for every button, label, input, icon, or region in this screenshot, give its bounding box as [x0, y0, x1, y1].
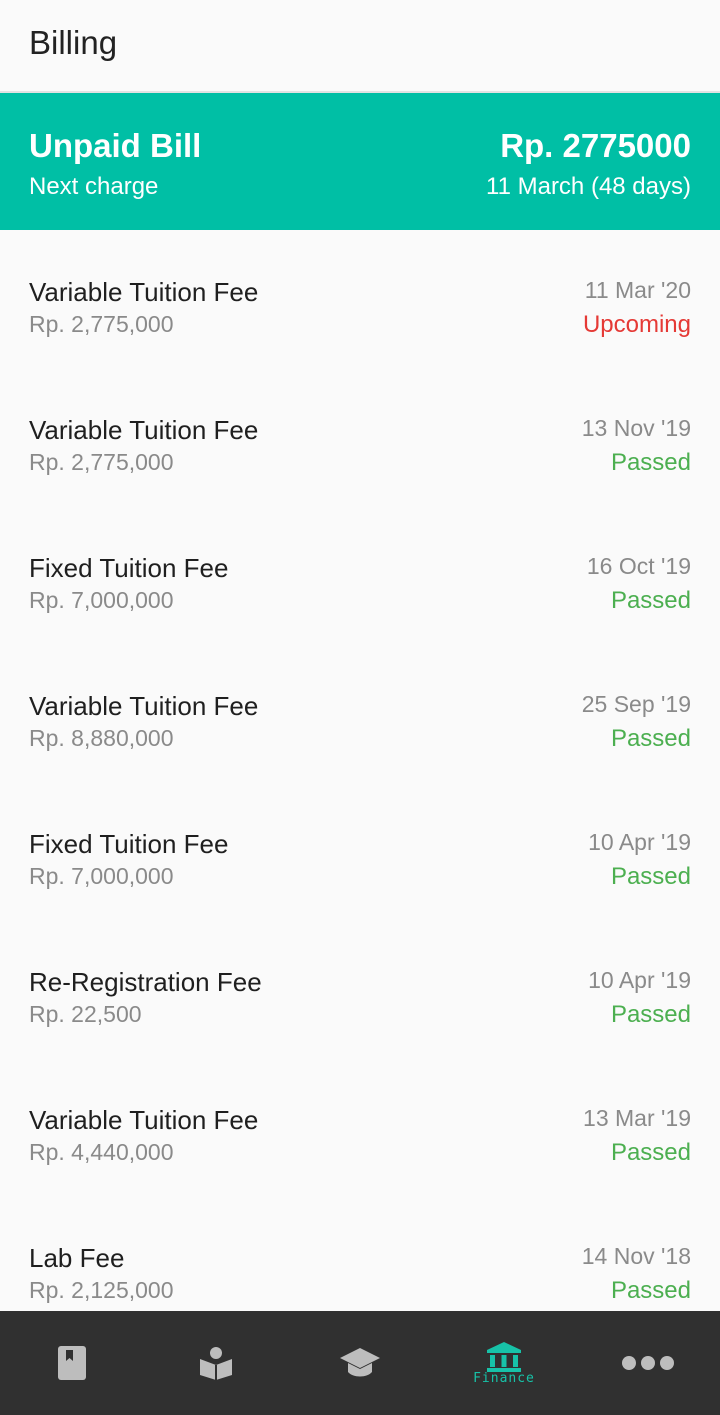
bill-status: Passed [610, 863, 691, 890]
bill-name: Re-Registration Fee [29, 967, 262, 997]
bill-status: Passed [610, 1001, 691, 1028]
bill-amount: Rp. 7,000,000 [29, 863, 174, 889]
bill-amount: Rp. 8,880,000 [29, 725, 174, 751]
next-charge-label: Next charge [29, 173, 159, 200]
bill-row[interactable]: Variable Tuition Fee Rp. 4,440,000 13 Ma… [0, 1058, 720, 1196]
bill-status: Passed [610, 1139, 691, 1166]
bill-name: Fixed Tuition Fee [29, 553, 229, 583]
bill-date: 13 Mar '19 [583, 1105, 691, 1131]
bill-status: Passed [610, 725, 691, 752]
next-charge-date: 11 March (48 days) [486, 173, 691, 200]
bill-date: 25 Sep '19 [581, 691, 691, 717]
bill-date: 11 Mar '20 [584, 277, 691, 303]
bill-amount: Rp. 4,440,000 [29, 1139, 174, 1165]
bill-list[interactable]: Variable Tuition Fee Rp. 2,775,000 11 Ma… [0, 230, 720, 1311]
bottom-navigation: Finance [0, 1311, 720, 1415]
bank-icon [487, 1342, 521, 1372]
bill-row[interactable]: Variable Tuition Fee Rp. 8,880,000 25 Se… [0, 644, 720, 782]
more-icon [622, 1356, 674, 1370]
bill-amount: Rp. 22,500 [29, 1001, 142, 1027]
bill-amount: Rp. 2,775,000 [29, 311, 174, 337]
bill-date: 13 Nov '19 [581, 415, 691, 441]
bill-name: Fixed Tuition Fee [29, 829, 229, 859]
bill-name: Lab Fee [29, 1243, 125, 1273]
bill-row[interactable]: Variable Tuition Fee Rp. 2,775,000 11 Ma… [0, 230, 720, 368]
nav-item-more[interactable] [576, 1311, 720, 1415]
bill-amount: Rp. 2,125,000 [29, 1277, 174, 1303]
bill-name: Variable Tuition Fee [29, 415, 259, 445]
nav-item-finance[interactable]: Finance [432, 1311, 576, 1415]
bill-date: 10 Apr '19 [588, 967, 691, 993]
bill-date: 14 Nov '18 [581, 1243, 691, 1269]
bill-row[interactable]: Fixed Tuition Fee Rp. 7,000,000 16 Oct '… [0, 506, 720, 644]
bill-name: Variable Tuition Fee [29, 1105, 259, 1135]
bill-status: Upcoming [582, 311, 691, 338]
bill-amount: Rp. 7,000,000 [29, 587, 174, 613]
bill-row[interactable]: Lab Fee Rp. 2,125,000 14 Nov '18 Passed [0, 1196, 720, 1311]
book-icon [58, 1346, 86, 1380]
unpaid-bill-card[interactable]: Unpaid Bill Next charge Rp. 2775000 11 M… [0, 93, 720, 230]
nav-item-courses[interactable] [288, 1311, 432, 1415]
nav-item-book[interactable] [0, 1311, 144, 1415]
nav-item-reader[interactable] [144, 1311, 288, 1415]
nav-label-finance: Finance [473, 1371, 535, 1386]
bill-row[interactable]: Re-Registration Fee Rp. 22,500 10 Apr '1… [0, 920, 720, 1058]
bill-amount: Rp. 2,775,000 [29, 449, 174, 475]
bill-status: Passed [610, 587, 691, 614]
graduation-cap-icon [340, 1348, 380, 1377]
bill-status: Passed [610, 449, 691, 476]
reader-icon [200, 1347, 232, 1380]
page-title: Billing [29, 24, 118, 61]
bill-name: Variable Tuition Fee [29, 691, 259, 721]
unpaid-bill-title: Unpaid Bill [29, 127, 202, 164]
unpaid-amount: Rp. 2775000 [500, 127, 691, 164]
bill-date: 16 Oct '19 [586, 553, 691, 579]
app-bar: Billing [0, 0, 720, 93]
bill-status: Passed [610, 1277, 691, 1304]
bill-name: Variable Tuition Fee [29, 277, 259, 307]
bill-row[interactable]: Fixed Tuition Fee Rp. 7,000,000 10 Apr '… [0, 782, 720, 920]
bill-date: 10 Apr '19 [588, 829, 691, 855]
bill-row[interactable]: Variable Tuition Fee Rp. 2,775,000 13 No… [0, 368, 720, 506]
